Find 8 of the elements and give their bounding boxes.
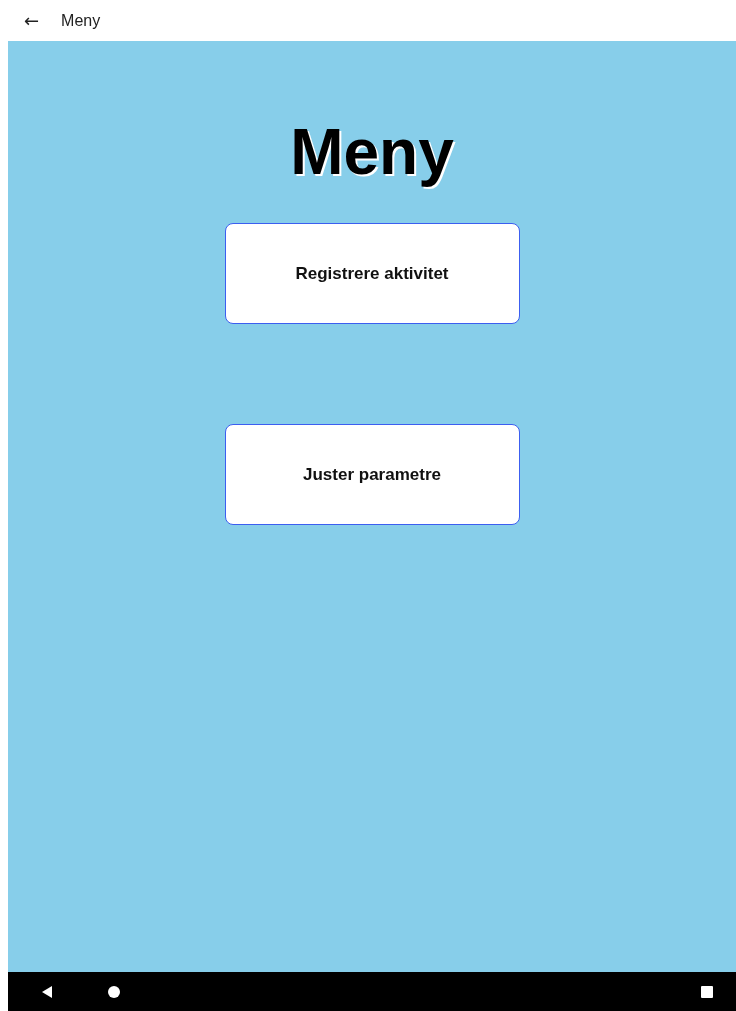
page-heading: Meny xyxy=(290,115,454,190)
menu-button[interactable]: Registrere aktivitet xyxy=(224,223,520,324)
back-button[interactable]: ← xyxy=(22,10,42,31)
back-icon[interactable] xyxy=(40,984,54,999)
home-icon[interactable] xyxy=(107,984,121,999)
app-bar-title: Meny xyxy=(61,11,101,30)
recents-icon[interactable] xyxy=(700,984,714,999)
menu-button[interactable]: Juster parametre xyxy=(224,424,520,525)
